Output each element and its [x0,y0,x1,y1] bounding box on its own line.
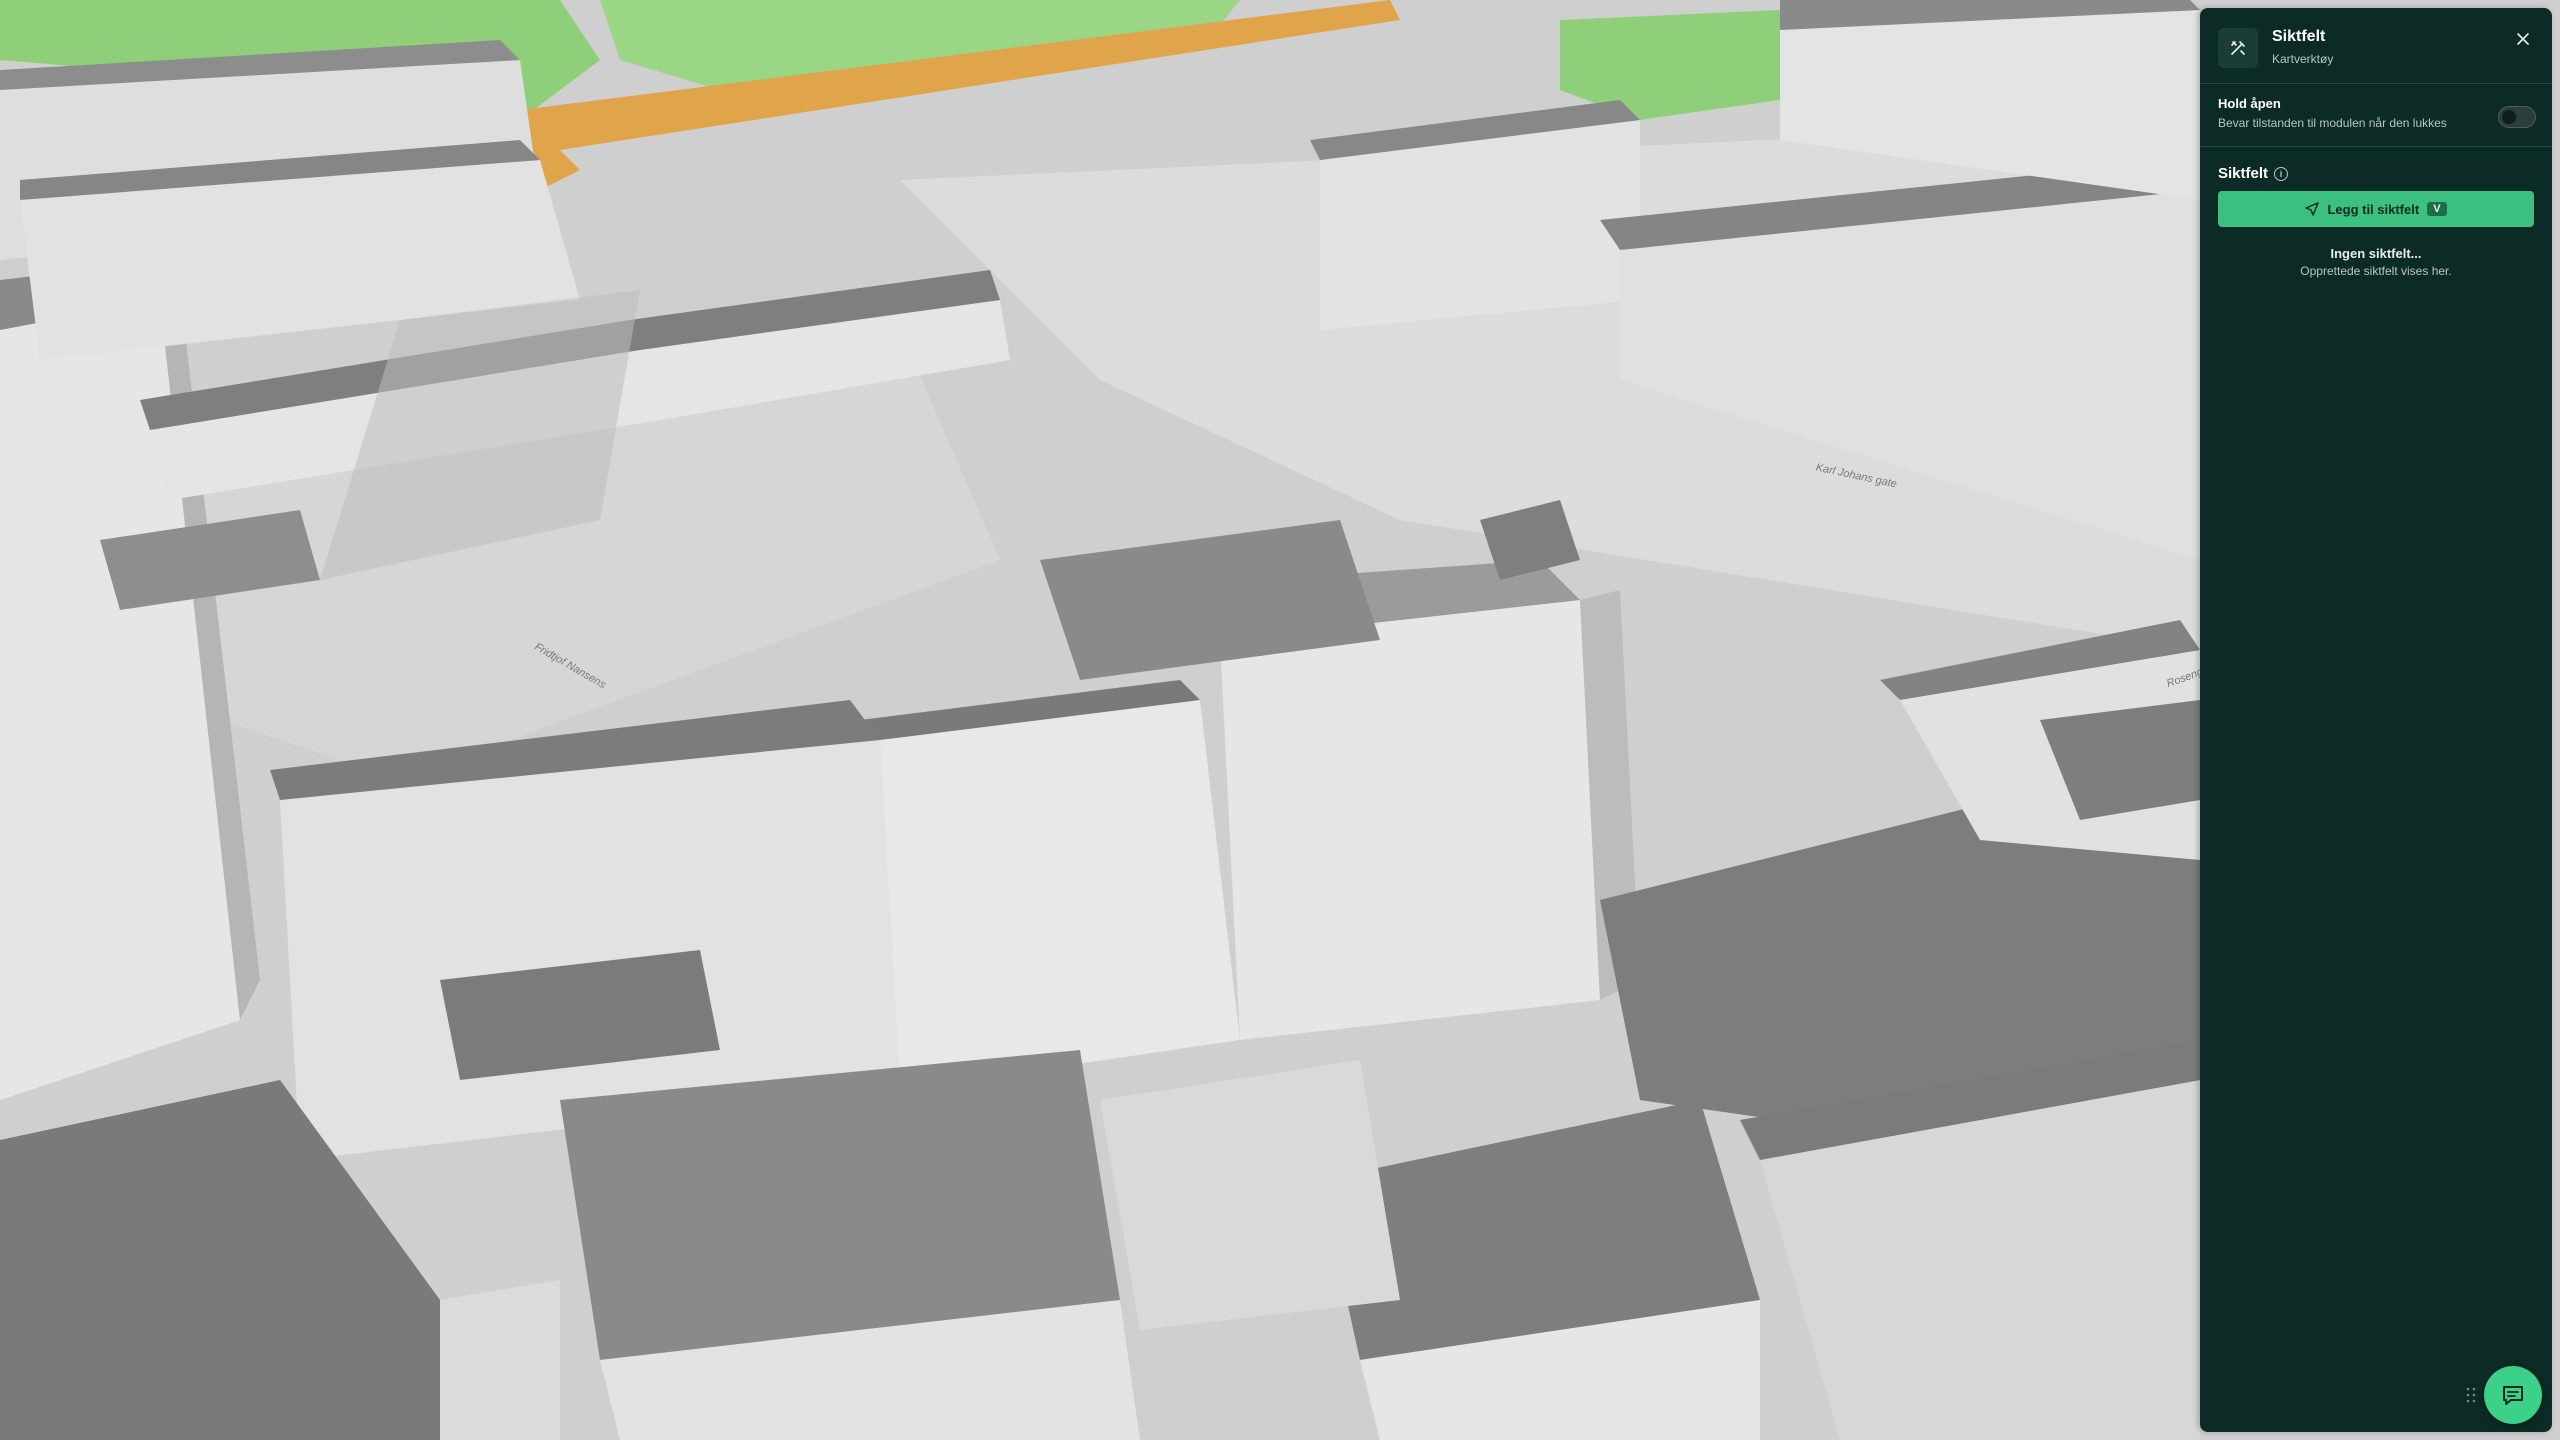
hold-open-label: Hold åpen [2218,96,2281,111]
add-siktfelt-button[interactable]: Legg til siktfelt V [2218,191,2534,227]
drag-handle-icon[interactable] [2466,1386,2476,1404]
empty-state-title: Ingen siktfelt... [2330,246,2422,261]
info-icon[interactable]: i [2274,166,2289,181]
toggle-knob [2502,110,2516,124]
siktfelt-panel: Siktfelt Kartverktøy Hold åpen Bevar til… [2200,8,2552,1432]
close-button[interactable] [2510,26,2536,52]
map-viewport[interactable]: Karl Johans gate Fridtjof Nansens Roseng [0,0,2560,1440]
close-icon [2517,33,2529,45]
chat-button[interactable] [2484,1366,2542,1424]
empty-state-description: Opprettede siktfelt vises her. [2300,264,2452,278]
panel-header: Siktfelt Kartverktøy [2200,8,2552,84]
tools-icon [2218,28,2258,68]
send-icon [2305,202,2320,216]
hold-open-description: Bevar tilstanden til modulen når den luk… [2218,116,2447,130]
divider [2200,146,2552,147]
add-siktfelt-label: Legg til siktfelt [2327,201,2420,217]
panel-subtitle: Kartverktøy [2272,52,2334,66]
panel-title: Siktfelt [2272,28,2326,45]
section-title: Siktfelt i [2218,165,2289,182]
chat-icon [2503,1386,2523,1405]
section-title-text: Siktfelt [2218,165,2269,182]
shortcut-badge: V [2427,202,2447,216]
hold-open-toggle[interactable] [2498,106,2536,128]
map-canvas[interactable] [0,0,2560,1440]
